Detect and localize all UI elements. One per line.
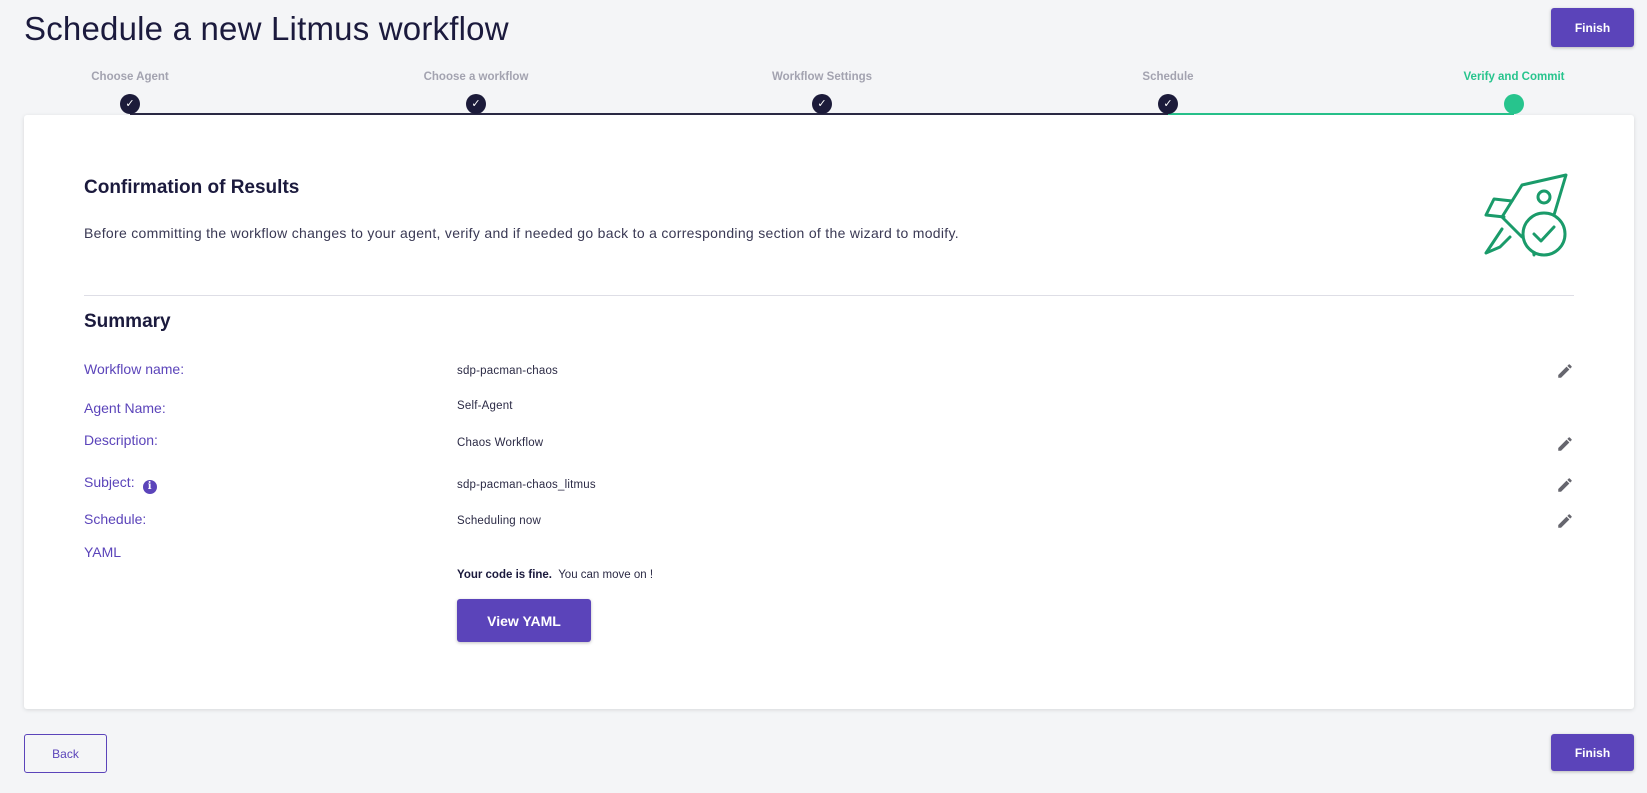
yaml-status: Your code is fine. You can move on ! [457, 569, 653, 581]
page-title: Schedule a new Litmus workflow [24, 10, 509, 47]
step-workflow-settings[interactable]: Workflow Settings ✓ [722, 70, 922, 114]
page: Schedule a new Litmus workflow Finish Ch… [0, 0, 1647, 793]
edit-pencil-icon[interactable] [1556, 362, 1574, 380]
confirmation-description: Before committing the workflow changes t… [84, 225, 959, 241]
subject-label: Subject: i [84, 474, 157, 494]
workflow-name-label: Workflow name: [84, 361, 185, 377]
description-value: Chaos Workflow [457, 437, 544, 449]
yaml-status-bold: Your code is fine. [457, 569, 552, 581]
step-label: Verify and Commit [1463, 71, 1565, 83]
step-label: Schedule [1142, 71, 1194, 83]
yaml-status-text: You can move on ! [558, 569, 654, 581]
yaml-label: YAML [84, 544, 122, 560]
back-button[interactable]: Back [24, 734, 107, 773]
step-choose-workflow[interactable]: Choose a workflow ✓ [376, 70, 576, 114]
confirmation-title: Confirmation of Results [84, 177, 300, 198]
summary-title: Summary [84, 311, 171, 332]
schedule-label: Schedule: [84, 511, 147, 527]
view-yaml-button[interactable]: View YAML [457, 599, 591, 642]
description-label: Description: [84, 432, 158, 448]
active-step-dot [1504, 94, 1524, 114]
rocket-check-icon [1484, 173, 1568, 257]
check-icon: ✓ [466, 94, 486, 114]
step-label: Workflow Settings [771, 71, 873, 83]
check-icon: ✓ [812, 94, 832, 114]
step-label: Choose Agent [91, 71, 169, 83]
workflow-name-value: sdp-pacman-chaos [457, 365, 559, 377]
edit-pencil-icon[interactable] [1556, 476, 1574, 494]
agent-name-label: Agent Name: [84, 400, 166, 416]
step-verify-and-commit[interactable]: Verify and Commit [1414, 70, 1614, 114]
info-icon[interactable]: i [142, 480, 157, 494]
edit-pencil-icon[interactable] [1556, 512, 1574, 530]
schedule-value: Scheduling now [457, 515, 541, 527]
check-icon: ✓ [1158, 94, 1178, 114]
step-schedule[interactable]: Schedule ✓ [1068, 70, 1268, 114]
section-divider [84, 295, 1574, 296]
step-choose-agent[interactable]: Choose Agent ✓ [30, 70, 230, 114]
agent-name-value: Self-Agent [457, 400, 513, 412]
subject-value: sdp-pacman-chaos_litmus [457, 479, 596, 491]
verify-card: Confirmation of Results Before committin… [24, 115, 1634, 709]
finish-button-bottom[interactable]: Finish [1551, 734, 1634, 771]
finish-button-top[interactable]: Finish [1551, 8, 1634, 47]
step-label: Choose a workflow [423, 71, 529, 83]
subject-label-text: Subject: [84, 474, 135, 490]
edit-pencil-icon[interactable] [1556, 435, 1574, 453]
check-icon: ✓ [120, 94, 140, 114]
